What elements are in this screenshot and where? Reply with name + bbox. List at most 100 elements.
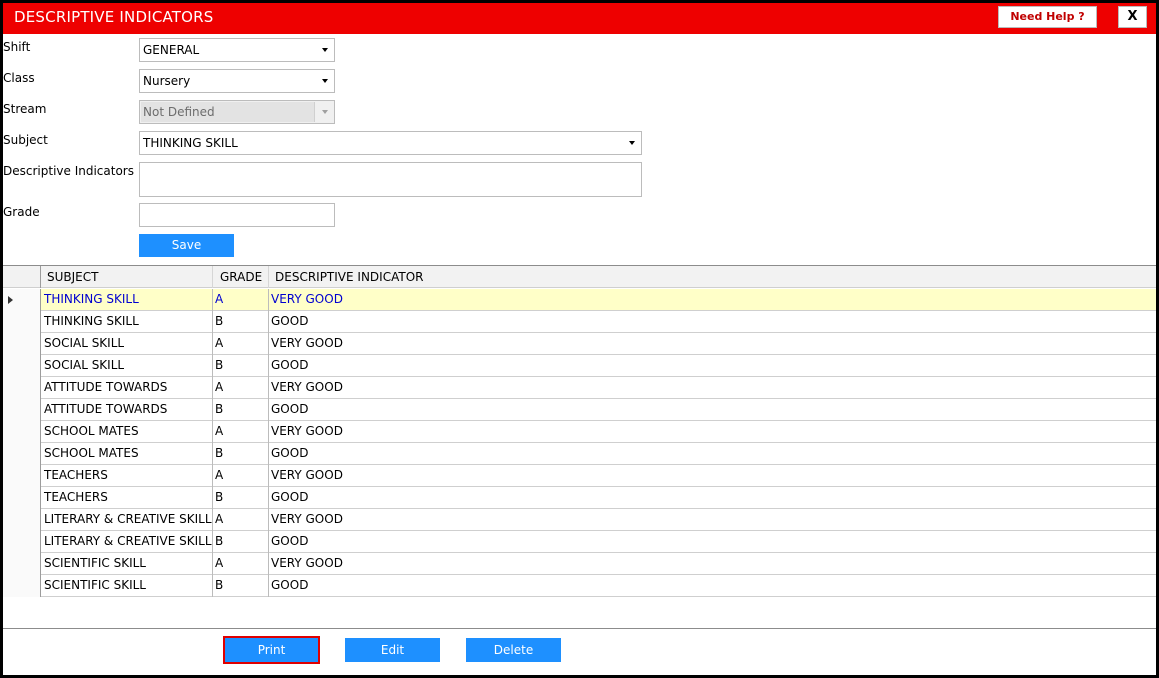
need-help-button[interactable]: Need Help ? [998,6,1097,28]
row-header[interactable] [3,487,41,509]
cell-descriptive-indicator[interactable]: GOOD [269,355,1156,377]
current-row-arrow-icon [8,296,13,304]
table-row[interactable]: TEACHERS A VERY GOOD [3,465,1156,487]
cell-grade[interactable]: B [213,311,269,333]
cell-descriptive-indicator[interactable]: GOOD [269,487,1156,509]
edit-button[interactable]: Edit [345,638,440,662]
table-row[interactable]: THINKING SKILL A VERY GOOD [3,289,1156,311]
cell-descriptive-indicator[interactable]: VERY GOOD [269,289,1156,311]
shift-value: GENERAL [143,43,200,57]
cell-grade[interactable]: B [213,487,269,509]
row-header[interactable] [3,421,41,443]
stream-value: Not Defined [141,102,314,122]
cell-subject[interactable]: SCHOOL MATES [42,443,213,465]
row-header[interactable] [3,399,41,421]
cell-descriptive-indicator[interactable]: VERY GOOD [269,333,1156,355]
cell-subject[interactable]: SOCIAL SKILL [42,333,213,355]
row-header-corner [3,266,41,288]
cell-grade[interactable]: A [213,509,269,531]
stream-select-separator [314,102,315,122]
table-row[interactable]: SCHOOL MATES B GOOD [3,443,1156,465]
row-header[interactable] [3,509,41,531]
cell-descriptive-indicator[interactable]: GOOD [269,531,1156,553]
cell-descriptive-indicator[interactable]: VERY GOOD [269,465,1156,487]
row-header[interactable] [3,531,41,553]
cell-descriptive-indicator[interactable]: VERY GOOD [269,509,1156,531]
cell-descriptive-indicator[interactable]: VERY GOOD [269,553,1156,575]
cell-subject[interactable]: TEACHERS [42,465,213,487]
cell-grade[interactable]: B [213,355,269,377]
delete-button[interactable]: Delete [466,638,561,662]
stream-label: Stream [3,102,47,116]
cell-descriptive-indicator[interactable]: VERY GOOD [269,421,1156,443]
cell-grade[interactable]: B [213,399,269,421]
row-header[interactable] [3,355,41,377]
print-button[interactable]: Print [223,636,320,664]
table-row[interactable]: THINKING SKILL B GOOD [3,311,1156,333]
grade-input[interactable] [139,203,335,227]
table-row[interactable]: TEACHERS B GOOD [3,487,1156,509]
table-row[interactable]: ATTITUDE TOWARDS B GOOD [3,399,1156,421]
cell-subject[interactable]: ATTITUDE TOWARDS [42,399,213,421]
descriptive-indicators-label: Descriptive Indicators [3,164,134,178]
cell-descriptive-indicator[interactable]: VERY GOOD [269,377,1156,399]
table-row[interactable]: SCIENTIFIC SKILL B GOOD [3,575,1156,597]
table-row[interactable]: LITERARY & CREATIVE SKILL B GOOD [3,531,1156,553]
cell-subject[interactable]: SCIENTIFIC SKILL [42,553,213,575]
table-row[interactable]: SCHOOL MATES A VERY GOOD [3,421,1156,443]
table-row[interactable]: SOCIAL SKILL B GOOD [3,355,1156,377]
cell-subject[interactable]: THINKING SKILL [42,311,213,333]
cell-subject[interactable]: SCHOOL MATES [42,421,213,443]
cell-subject[interactable]: TEACHERS [42,487,213,509]
table-row[interactable]: LITERARY & CREATIVE SKILL A VERY GOOD [3,509,1156,531]
row-header[interactable] [3,465,41,487]
cell-grade[interactable]: A [213,333,269,355]
column-header-descriptive-indicator[interactable]: DESCRIPTIVE INDICATOR [269,266,1156,288]
cell-grade[interactable]: B [213,575,269,597]
cell-subject[interactable]: THINKING SKILL [42,289,213,311]
title-bar: DESCRIPTIVE INDICATORS Need Help ? X [3,3,1156,34]
cell-subject[interactable]: ATTITUDE TOWARDS [42,377,213,399]
cell-descriptive-indicator[interactable]: GOOD [269,399,1156,421]
descriptive-indicators-input[interactable] [139,162,642,197]
chevron-down-icon [629,141,635,145]
column-header-subject[interactable]: SUBJECT [42,266,213,288]
cell-grade[interactable]: A [213,377,269,399]
row-header[interactable] [3,553,41,575]
chevron-down-icon [322,79,328,83]
row-header[interactable] [3,575,41,597]
cell-subject[interactable]: SCIENTIFIC SKILL [42,575,213,597]
chevron-down-icon [322,110,328,114]
descriptive-indicators-window: DESCRIPTIVE INDICATORS Need Help ? X Shi… [0,0,1159,678]
table-row[interactable]: ATTITUDE TOWARDS A VERY GOOD [3,377,1156,399]
subject-label: Subject [3,133,48,147]
class-value: Nursery [143,74,191,88]
cell-subject[interactable]: SOCIAL SKILL [42,355,213,377]
stream-select: Not Defined [139,100,335,124]
row-header[interactable] [3,443,41,465]
cell-descriptive-indicator[interactable]: GOOD [269,575,1156,597]
row-header[interactable] [3,377,41,399]
close-button[interactable]: X [1118,6,1147,28]
table-row[interactable]: SCIENTIFIC SKILL A VERY GOOD [3,553,1156,575]
chevron-down-icon [322,48,328,52]
cell-grade[interactable]: A [213,421,269,443]
cell-grade[interactable]: A [213,289,269,311]
row-header[interactable] [3,311,41,333]
row-header[interactable] [3,333,41,355]
save-button[interactable]: Save [139,234,234,257]
cell-descriptive-indicator[interactable]: GOOD [269,443,1156,465]
subject-select[interactable]: THINKING SKILL [139,131,642,155]
row-header[interactable] [3,289,41,311]
cell-grade[interactable]: A [213,465,269,487]
cell-subject[interactable]: LITERARY & CREATIVE SKILL [42,531,213,553]
column-header-grade[interactable]: GRADE [213,266,269,288]
cell-grade[interactable]: B [213,531,269,553]
shift-select[interactable]: GENERAL [139,38,335,62]
cell-grade[interactable]: A [213,553,269,575]
cell-subject[interactable]: LITERARY & CREATIVE SKILL [42,509,213,531]
table-row[interactable]: SOCIAL SKILL A VERY GOOD [3,333,1156,355]
cell-descriptive-indicator[interactable]: GOOD [269,311,1156,333]
class-select[interactable]: Nursery [139,69,335,93]
cell-grade[interactable]: B [213,443,269,465]
